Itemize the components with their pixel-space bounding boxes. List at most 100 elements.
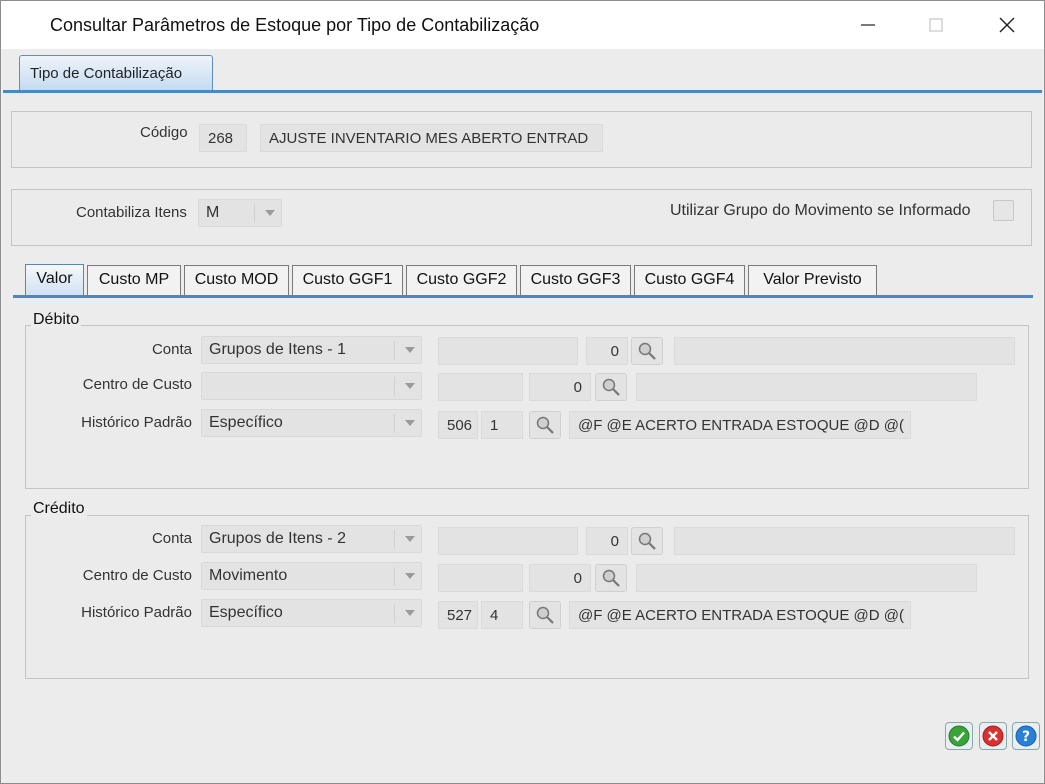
debito-centro-lookup-button[interactable] [595, 373, 627, 401]
tab-valor[interactable]: Valor [25, 264, 84, 297]
contabiliza-itens-value: M [206, 204, 220, 221]
title-bar: Consultar Parâmetros de Estoque por Tipo… [1, 1, 1044, 49]
debito-conta-select[interactable]: Grupos de Itens - 1 [201, 336, 422, 364]
debito-conta-desc-field[interactable] [674, 337, 1015, 365]
codigo-field[interactable]: 268 [199, 124, 247, 152]
credito-centro-lookup-button[interactable] [595, 564, 627, 592]
maximize-icon [929, 18, 943, 32]
tab-label: Valor Previsto [763, 271, 862, 288]
tab-label: Custo GGF2 [416, 271, 507, 288]
tab-valor-previsto[interactable]: Valor Previsto [748, 265, 877, 296]
tab-custo-mp[interactable]: Custo MP [87, 265, 181, 296]
combo-separator [394, 341, 395, 360]
minimize-button[interactable] [845, 7, 891, 43]
chevron-down-icon [265, 210, 275, 216]
debito-historico-text-field[interactable]: @F @E ACERTO ENTRADA ESTOQUE @D @( [569, 411, 911, 439]
debito-historico-label: Histórico Padrão [81, 414, 192, 431]
credito-historico-text-field[interactable]: @F @E ACERTO ENTRADA ESTOQUE @D @( [569, 601, 911, 629]
minimize-icon [861, 24, 875, 26]
contabiliza-itens-label: Contabiliza Itens [76, 204, 187, 221]
debito-conta-lookup-button[interactable] [631, 337, 663, 365]
debito-conta-code-field[interactable]: 0 [586, 337, 628, 365]
credito-conta-desc-field[interactable] [674, 527, 1015, 555]
debito-historico-select[interactable]: Específico [201, 409, 422, 437]
debito-historico-seq-field[interactable]: 1 [481, 411, 523, 439]
tab-label: Custo MP [98, 271, 170, 288]
search-icon [602, 378, 620, 396]
combo-separator [394, 604, 395, 623]
credito-conta-select[interactable]: Grupos de Itens - 2 [201, 525, 422, 553]
credito-centro-label: Centro de Custo [82, 567, 192, 584]
credito-historico-lookup-button[interactable] [529, 601, 561, 629]
close-button[interactable] [984, 7, 1030, 43]
credito-historico-value: Específico [209, 604, 283, 621]
tab-strip-underline [13, 295, 1033, 298]
credito-centro-value: Movimento [209, 567, 288, 584]
descricao-field[interactable]: AJUSTE INVENTARIO MES ABERTO ENTRAD [260, 124, 603, 152]
close-icon [999, 17, 1015, 33]
svg-text:?: ? [1022, 729, 1030, 745]
combo-separator [394, 414, 395, 433]
credito-centro-grupo-field[interactable] [438, 564, 523, 592]
debito-conta-grupo-field[interactable] [438, 337, 578, 365]
credito-centro-code-field[interactable]: 0 [529, 564, 591, 592]
help-circle-icon: ? [1015, 725, 1037, 747]
chevron-down-icon [405, 536, 415, 542]
tab-label: Valor [36, 270, 73, 287]
credito-centro-desc-field[interactable] [636, 564, 977, 592]
credito-conta-grupo-field[interactable] [438, 527, 578, 555]
combo-separator [394, 530, 395, 549]
tab-custo-ggf2[interactable]: Custo GGF2 [406, 265, 517, 296]
window-title: Consultar Parâmetros de Estoque por Tipo… [50, 15, 540, 35]
help-button[interactable]: ? [1012, 722, 1040, 750]
combo-separator [394, 377, 395, 396]
debito-centro-grupo-field[interactable] [438, 373, 523, 401]
cancel-button[interactable] [979, 722, 1007, 750]
tab-label: Custo GGF4 [644, 271, 735, 288]
combo-separator [254, 204, 255, 223]
tab-custo-ggf1[interactable]: Custo GGF1 [292, 265, 403, 296]
maximize-button[interactable] [913, 7, 959, 43]
chevron-down-icon [405, 573, 415, 579]
credito-historico-seq-field[interactable]: 4 [481, 601, 523, 629]
search-icon [536, 606, 554, 624]
debito-group: Conta Grupos de Itens - 1 0 Centro de Cu… [25, 325, 1029, 489]
debito-historico-lookup-button[interactable] [529, 411, 561, 439]
contabiliza-itens-select[interactable]: M [198, 199, 282, 227]
debito-centro-select[interactable] [201, 372, 422, 400]
credito-historico-code-field[interactable]: 527 [438, 601, 478, 629]
chevron-down-icon [405, 420, 415, 426]
debito-centro-desc-field[interactable] [636, 373, 977, 401]
options-group: Contabiliza Itens M Utilizar Grupo do Mo… [11, 189, 1032, 246]
tab-custo-mod[interactable]: Custo MOD [184, 265, 289, 296]
search-icon [638, 532, 656, 550]
tab-custo-ggf4[interactable]: Custo GGF4 [634, 265, 745, 296]
credito-conta-value: Grupos de Itens - 2 [209, 530, 346, 547]
chevron-down-icon [405, 383, 415, 389]
confirm-button[interactable] [945, 722, 973, 750]
tab-label: Custo MOD [194, 271, 279, 288]
credito-conta-code-field[interactable]: 0 [586, 527, 628, 555]
tab-label: Custo GGF1 [302, 271, 393, 288]
tab-label: Tipo de Contabilização [30, 65, 183, 82]
debito-historico-code-field[interactable]: 506 [438, 411, 478, 439]
tab-tipo-contabilizacao[interactable]: Tipo de Contabilização [19, 55, 213, 91]
search-icon [638, 342, 656, 360]
credito-group: Conta Grupos de Itens - 2 0 Centro de Cu… [25, 515, 1029, 679]
tab-custo-ggf3[interactable]: Custo GGF3 [520, 265, 631, 296]
tab-strip: Valor Custo MP Custo MOD Custo GGF1 Cust… [13, 264, 1033, 299]
chevron-down-icon [405, 610, 415, 616]
credito-conta-label: Conta [151, 530, 192, 547]
search-icon [536, 416, 554, 434]
credito-historico-select[interactable]: Específico [201, 599, 422, 627]
chevron-down-icon [405, 347, 415, 353]
check-circle-icon [948, 725, 970, 747]
credito-centro-select[interactable]: Movimento [201, 562, 422, 590]
utilizar-grupo-checkbox[interactable] [993, 200, 1014, 221]
search-icon [602, 569, 620, 587]
debito-centro-code-field[interactable]: 0 [529, 373, 591, 401]
credito-conta-lookup-button[interactable] [631, 527, 663, 555]
tab-underline [3, 90, 1042, 93]
tab-label: Custo GGF3 [530, 271, 621, 288]
debito-title: Débito [31, 311, 82, 329]
